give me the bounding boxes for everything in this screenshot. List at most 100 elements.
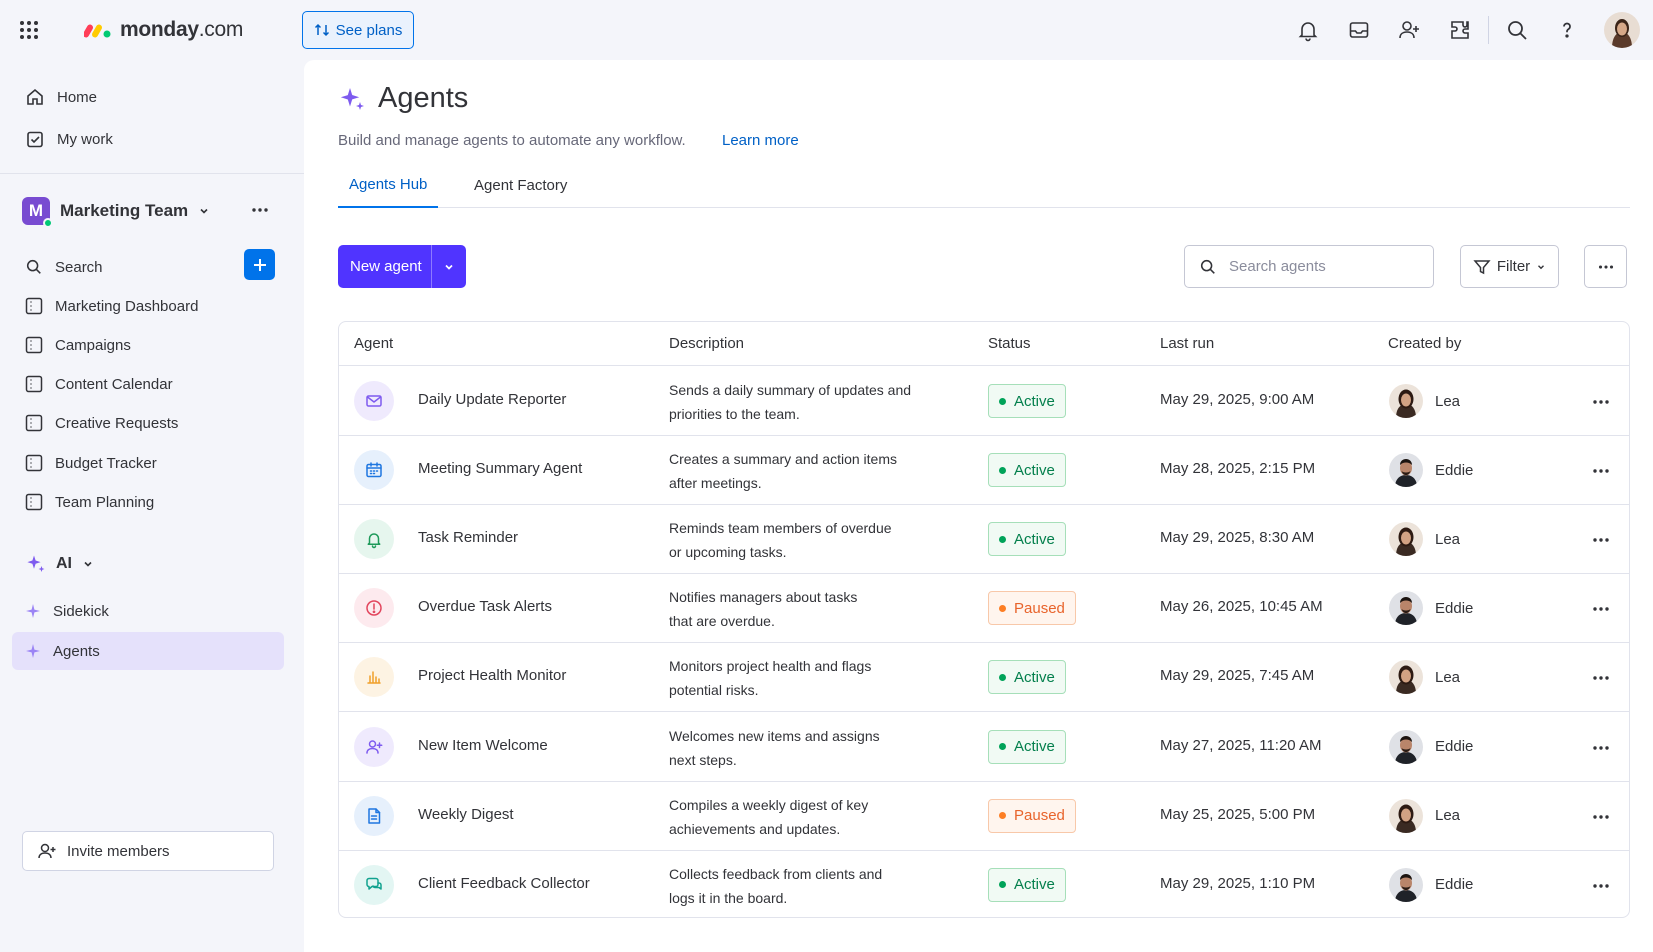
apps-grid-icon[interactable]	[19, 20, 39, 40]
table-row[interactable]: Project Health Monitor Monitors project h…	[339, 642, 1629, 713]
user-avatar[interactable]	[1604, 12, 1640, 48]
agent-name[interactable]: Overdue Task Alerts	[418, 598, 552, 615]
logo-wordmark: monday.com	[120, 18, 244, 41]
tab-agent-factory[interactable]: Agent Factory	[463, 163, 578, 208]
agent-name[interactable]: Task Reminder	[418, 529, 518, 546]
status-badge[interactable]: Paused	[988, 798, 1076, 833]
status-dot	[999, 673, 1006, 681]
creator-avatar[interactable]	[1389, 729, 1423, 764]
row-more-icon[interactable]	[1589, 736, 1613, 760]
tab-agents-hub[interactable]: Agents Hub	[338, 163, 439, 208]
created-by: Eddie	[1389, 867, 1473, 903]
agent-name[interactable]: Daily Update Reporter	[418, 391, 566, 408]
created-by: Lea	[1389, 383, 1460, 419]
filter-button[interactable]: Filter	[1460, 245, 1559, 288]
creator-avatar[interactable]	[1389, 522, 1423, 557]
search-icon	[1200, 259, 1215, 274]
row-more-icon[interactable]	[1589, 597, 1613, 621]
workspace-selector[interactable]: M Marketing Team	[22, 196, 210, 228]
status-badge[interactable]: Active	[988, 384, 1066, 418]
table-row[interactable]: Meeting Summary Agent Creates a summary a…	[339, 435, 1629, 506]
agent-name[interactable]: Weekly Digest	[418, 806, 514, 823]
ai-section-toggle[interactable]: AI	[26, 552, 94, 576]
agent-name[interactable]: Project Health Monitor	[418, 667, 566, 684]
status-badge[interactable]: Active	[988, 729, 1066, 764]
nav-my-work[interactable]: My work	[12, 120, 284, 158]
sidebar-board-item[interactable]: Team Planning	[12, 483, 284, 521]
more-options-button[interactable]	[1584, 245, 1627, 288]
invite-members-button[interactable]: Invite members	[22, 831, 274, 871]
row-more-icon[interactable]	[1589, 390, 1613, 414]
new-agent-dropdown[interactable]	[432, 261, 466, 273]
creator-avatar[interactable]	[1389, 384, 1423, 418]
description-line: achievements and updates.	[669, 820, 841, 837]
status-label: Paused	[1014, 807, 1065, 825]
sidebar-search-label: Search	[55, 258, 103, 276]
creator-avatar[interactable]	[1389, 591, 1423, 626]
column-agent[interactable]: Agent	[354, 335, 393, 352]
new-agent-button[interactable]: New agent	[338, 245, 466, 288]
sidebar-board-item[interactable]: Budget Tracker	[12, 444, 284, 482]
table-row[interactable]: Daily Update Reporter Sends a daily summa…	[339, 366, 1629, 436]
creator-avatar[interactable]	[1389, 660, 1423, 695]
row-more-icon[interactable]	[1589, 805, 1613, 829]
creator-avatar[interactable]	[1389, 867, 1423, 902]
agent-name[interactable]: Meeting Summary Agent	[418, 460, 582, 477]
table-row[interactable]: New Item Welcome Welcomes new items and a…	[339, 712, 1629, 782]
agent-name[interactable]: Client Feedback Collector	[418, 875, 590, 892]
description-line: or upcoming tasks.	[669, 544, 787, 561]
monday-logo[interactable]: monday.com	[84, 15, 243, 45]
column-status[interactable]: Status	[988, 335, 1031, 352]
status-label: Active	[1014, 738, 1055, 755]
learn-more-link[interactable]: Learn more	[722, 132, 799, 149]
creator-avatar[interactable]	[1389, 798, 1423, 833]
status-badge[interactable]: Active	[988, 660, 1066, 695]
workspace-more-icon[interactable]	[248, 198, 272, 222]
sidebar-board-item[interactable]: Campaigns	[12, 326, 284, 364]
sidebar-divider	[0, 173, 304, 174]
bell-icon[interactable]	[1296, 18, 1320, 42]
column-created-by[interactable]: Created by	[1388, 335, 1461, 352]
sidebar-item-sidekick[interactable]: Sidekick	[12, 592, 284, 630]
status-badge[interactable]: Paused	[988, 591, 1076, 626]
creator-avatar[interactable]	[1389, 453, 1423, 488]
search-agents-input[interactable]	[1229, 258, 1419, 275]
sidebar-board-item[interactable]: Marketing Dashboard	[12, 287, 284, 325]
table-row[interactable]: Client Feedback Collector Collects feedba…	[339, 850, 1629, 917]
agent-name[interactable]: New Item Welcome	[418, 737, 548, 754]
sidebar-board-item[interactable]: Creative Requests	[12, 404, 284, 442]
inbox-icon[interactable]	[1347, 18, 1371, 42]
column-last-run[interactable]: Last run	[1160, 335, 1214, 352]
creator-name: Lea	[1435, 807, 1461, 825]
tab-bar: Agents Hub Agent Factory	[338, 163, 1630, 208]
created-by: Lea	[1389, 521, 1460, 557]
creator-name: Lea	[1435, 530, 1461, 548]
invite-user-icon[interactable]	[1397, 18, 1421, 42]
search-icon[interactable]	[1505, 18, 1529, 42]
board-label: Budget Tracker	[55, 454, 157, 472]
add-item-button[interactable]	[244, 249, 275, 280]
description-line: Creates a summary and action items	[669, 451, 897, 468]
table-row[interactable]: Weekly Digest Compiles a weekly digest of…	[339, 781, 1629, 851]
nav-home[interactable]: Home	[12, 78, 284, 116]
sidebar-board-item[interactable]: Content Calendar	[12, 365, 284, 403]
status-badge[interactable]: Active	[988, 453, 1066, 488]
table-row[interactable]: Overdue Task Alerts Notifies managers abo…	[339, 573, 1629, 644]
workspace-name: Marketing Team	[60, 201, 189, 220]
last-run-time: May 26, 2025, 10:45 AM	[1160, 598, 1323, 616]
row-more-icon[interactable]	[1589, 459, 1613, 483]
row-more-icon[interactable]	[1589, 528, 1613, 552]
column-description[interactable]: Description	[669, 335, 744, 352]
row-more-icon[interactable]	[1589, 666, 1613, 690]
sidebar-item-agents[interactable]: Agents	[12, 632, 284, 670]
last-run-time: May 29, 2025, 7:45 AM	[1160, 667, 1315, 685]
status-badge[interactable]: Active	[988, 867, 1066, 902]
table-row[interactable]: Task Reminder Reminds team members of ove…	[339, 504, 1629, 575]
see-plans-button[interactable]: See plans	[302, 11, 414, 49]
agent-description: Compiles a weekly digest of key achieveme…	[669, 793, 939, 841]
help-icon[interactable]	[1555, 18, 1579, 42]
search-agents-field[interactable]	[1184, 245, 1434, 288]
apps-marketplace-icon[interactable]	[1448, 18, 1472, 42]
row-more-icon[interactable]	[1589, 874, 1613, 898]
status-badge[interactable]: Active	[988, 522, 1066, 557]
